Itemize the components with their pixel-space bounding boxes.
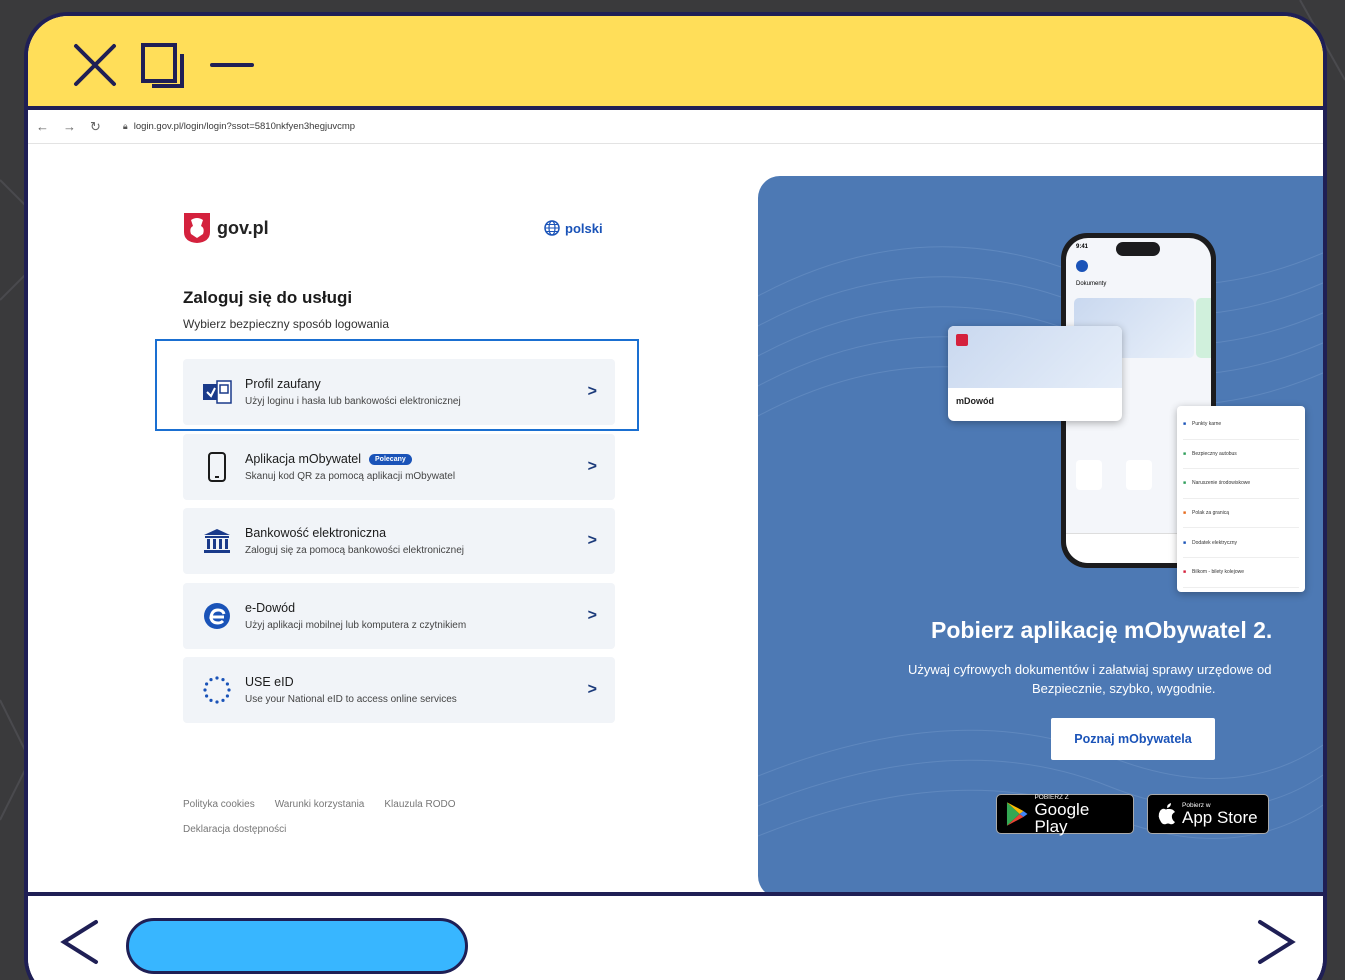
option-title: USE eID bbox=[245, 675, 294, 689]
list-item: ■ Bezpieczny autobus bbox=[1183, 440, 1299, 470]
bottom-bar bbox=[28, 892, 1323, 980]
chevron-right-icon: > bbox=[587, 681, 597, 698]
option-description: Use your National eID to access online s… bbox=[245, 694, 457, 705]
learn-more-button[interactable]: Poznaj mObywatela bbox=[1051, 718, 1215, 760]
minimize-icon[interactable] bbox=[210, 42, 256, 88]
option-title: Aplikacja mObywatel bbox=[245, 452, 362, 466]
promo-description: Używaj cyfrowych dokumentów i załatwiaj … bbox=[908, 662, 1272, 677]
browser-address-bar: ← → ↻ 🔒︎ login.gov.pl/login/login?ssot=5… bbox=[28, 110, 1323, 144]
page-content: gov.pl polski Zaloguj się do usługi Wybi… bbox=[28, 144, 1323, 898]
list-item: ■ Punkty karne bbox=[1183, 410, 1299, 440]
title-bar bbox=[28, 16, 1323, 110]
page-title: Zaloguj się do usługi bbox=[183, 288, 353, 307]
language-label: polski bbox=[565, 220, 603, 236]
option-mobywatel[interactable]: Aplikacja mObywatel Polecany Skanuj kod Q… bbox=[183, 434, 615, 500]
option-description: Skanuj kod QR za pomocą aplikacji mObywa… bbox=[245, 471, 456, 482]
page-subtitle: Wybierz bezpieczny sposób logowania bbox=[183, 317, 390, 331]
polish-eagle-icon bbox=[184, 213, 210, 243]
promo-tagline: Bezpiecznie, szybko, wygodnie. bbox=[1032, 681, 1216, 696]
app-store-label: App Store bbox=[1182, 808, 1258, 827]
apple-icon bbox=[1158, 803, 1175, 825]
promo-panel: 9:41 Dokumenty mDowód ■ Punkty karne ■ B… bbox=[758, 176, 1323, 898]
terms-link[interactable]: Warunki korzystania bbox=[275, 799, 365, 810]
google-play-icon bbox=[1006, 802, 1028, 826]
chevron-right-nav-icon[interactable] bbox=[1254, 916, 1298, 968]
mdowod-card: mDowód bbox=[948, 326, 1122, 421]
phone-icon bbox=[208, 452, 226, 482]
phone-header: Dokumenty bbox=[1076, 281, 1107, 287]
maximize-icon[interactable] bbox=[140, 42, 186, 88]
e-id-icon bbox=[204, 603, 230, 629]
option-use-eid[interactable]: USE eID Use your National eID to access … bbox=[183, 657, 615, 723]
window-frame: ← → ↻ 🔒︎ login.gov.pl/login/login?ssot=5… bbox=[24, 12, 1327, 980]
google-play-button[interactable]: POBIERZ Z Google Play bbox=[996, 794, 1134, 836]
option-title: e-Dowód bbox=[245, 601, 296, 615]
eu-stars-icon bbox=[203, 676, 231, 704]
language-selector[interactable]: polski bbox=[544, 220, 603, 236]
card-label: mDowód bbox=[956, 396, 994, 406]
list-item: ■ Polak za granicą bbox=[1183, 499, 1299, 529]
gov-logo[interactable]: gov.pl bbox=[183, 212, 269, 244]
progress-pill bbox=[126, 918, 468, 974]
accessibility-link[interactable]: Deklaracja dostępności bbox=[183, 824, 286, 835]
back-icon[interactable]: ← bbox=[36, 119, 49, 135]
chevron-right-icon: > bbox=[587, 458, 597, 475]
globe-icon bbox=[544, 220, 560, 236]
option-e-dowod[interactable]: e-Dowód Użyj aplikacji mobilnej lub komp… bbox=[183, 583, 615, 649]
google-play-label: Google Play bbox=[1034, 799, 1090, 836]
promo-title: Pobierz aplikację mObywatel 2. bbox=[931, 617, 1273, 643]
chevron-right-icon: > bbox=[587, 532, 597, 549]
list-item: ■ Bilkom - bilety kolejowe bbox=[1183, 558, 1299, 588]
chevron-right-icon: > bbox=[587, 607, 597, 624]
rodo-link[interactable]: Klauzula RODO bbox=[384, 799, 455, 810]
services-list: ■ Punkty karne ■ Bezpieczny autobus ■ Narus… bbox=[1177, 406, 1305, 592]
phone-time: 9:41 bbox=[1076, 244, 1089, 250]
forward-icon[interactable]: → bbox=[63, 119, 76, 135]
app-store-button[interactable]: Pobierz w App Store bbox=[1147, 794, 1269, 834]
list-item: ■ Dodatek elektryczny bbox=[1183, 528, 1299, 558]
option-description: Użyj aplikacji mobilnej lub komputera z … bbox=[245, 620, 467, 631]
chevron-left-icon[interactable] bbox=[58, 916, 102, 968]
cookies-link[interactable]: Polityka cookies bbox=[183, 799, 255, 810]
selection-highlight bbox=[155, 339, 639, 431]
url-field[interactable]: login.gov.pl/login/login?ssot=5810nkfyen… bbox=[134, 121, 355, 132]
close-icon[interactable] bbox=[72, 42, 118, 88]
footer-links: Polityka cookies Warunki korzystania Kla… bbox=[183, 799, 456, 849]
option-bank[interactable]: Bankowość elektroniczna Zaloguj się za p… bbox=[183, 508, 615, 574]
option-description: Zaloguj się za pomocą bankowości elektro… bbox=[245, 545, 465, 556]
option-title: Bankowość elektroniczna bbox=[245, 526, 387, 540]
reload-icon[interactable]: ↻ bbox=[90, 119, 101, 135]
bank-icon bbox=[204, 529, 230, 553]
lock-icon: 🔒︎ bbox=[122, 121, 128, 131]
list-item: ■ Naruszenie środowiskowe bbox=[1183, 469, 1299, 499]
brand-name: gov.pl bbox=[217, 217, 269, 238]
recommended-badge: Polecany bbox=[369, 453, 412, 465]
